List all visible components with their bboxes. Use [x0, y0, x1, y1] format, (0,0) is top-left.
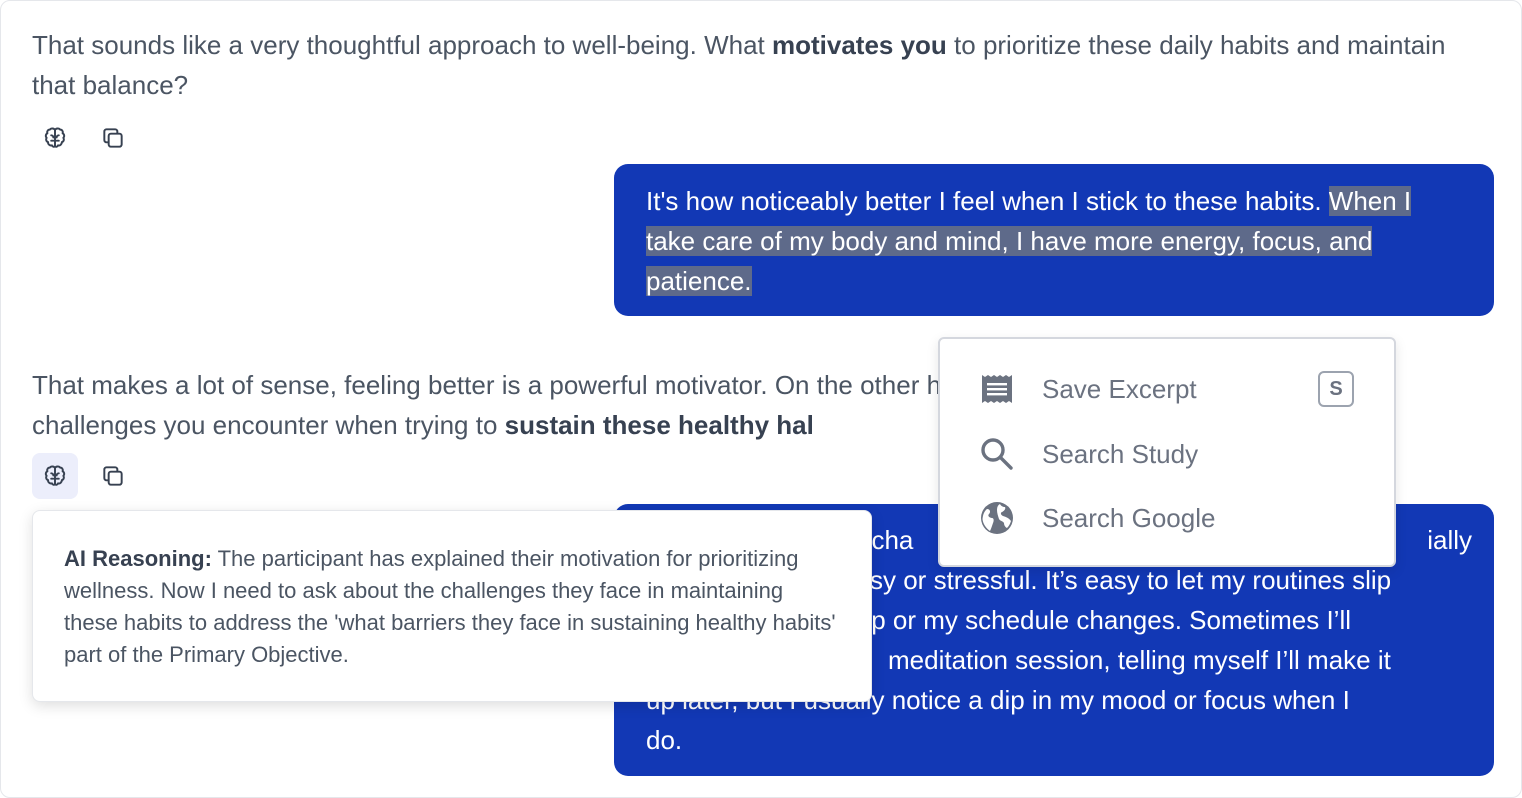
message-bold-text: sustain these healthy hal	[504, 410, 814, 440]
message-text: That makes a lot of sense, feeling bette…	[32, 370, 839, 400]
reasoning-label: AI Reasoning:	[64, 546, 212, 571]
message-text: ially	[1427, 525, 1472, 555]
search-study-menu-item[interactable]: Search Study	[978, 428, 1354, 480]
menu-item-label: Search Google	[1042, 502, 1216, 533]
message-bold-text: motivates you	[771, 30, 947, 60]
ai-reasoning-popover: AI Reasoning: The participant has explai…	[32, 510, 872, 702]
chat-transcript: That sounds like a very thoughtful appro…	[0, 0, 1522, 798]
ai-message: That sounds like a very thoughtful appro…	[32, 25, 1472, 105]
menu-item-label: Save Excerpt	[1042, 373, 1197, 404]
copy-button[interactable]	[90, 453, 136, 499]
search-google-menu-item[interactable]: Search Google	[978, 492, 1354, 544]
message-text: do.	[646, 725, 683, 755]
excerpt-icon	[978, 370, 1016, 408]
globe-icon	[978, 499, 1016, 537]
message-text: It's how noticeably better I feel when I…	[646, 186, 1329, 216]
copy-icon	[103, 466, 123, 486]
search-icon	[978, 435, 1016, 473]
copy-button[interactable]	[90, 115, 136, 161]
selection-context-menu: Save Excerpt S Search Study Search Googl…	[938, 337, 1396, 567]
user-message: It's how noticeably better I feel when I…	[614, 164, 1494, 316]
message-actions	[32, 453, 136, 499]
save-excerpt-menu-item[interactable]: Save Excerpt S	[978, 363, 1354, 415]
ai-reasoning-button[interactable]	[32, 453, 78, 499]
shortcut-key-badge: S	[1318, 371, 1354, 407]
copy-icon	[103, 128, 123, 148]
brain-icon	[44, 127, 66, 148]
ai-reasoning-button[interactable]	[32, 115, 78, 161]
message-actions	[32, 115, 136, 161]
brain-icon	[44, 465, 66, 486]
message-text: That sounds like a very thoughtful appro…	[32, 30, 772, 60]
menu-item-label: Search Study	[1042, 438, 1199, 469]
